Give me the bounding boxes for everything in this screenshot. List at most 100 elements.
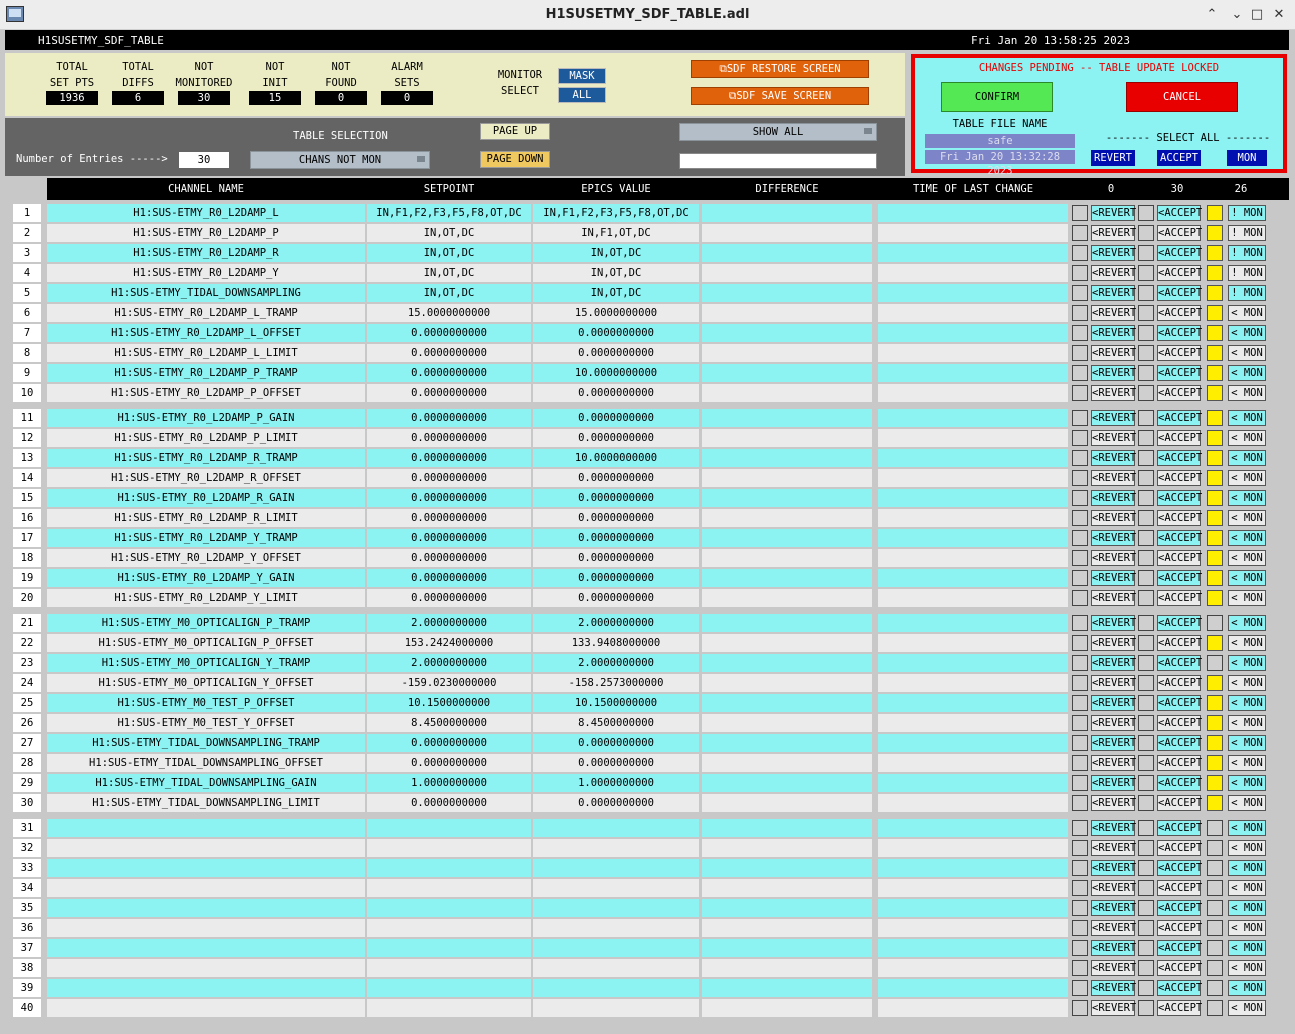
revert-checkbox[interactable]	[1072, 755, 1088, 771]
mon-button[interactable]: < MON	[1228, 305, 1266, 321]
mon-button[interactable]: < MON	[1228, 430, 1266, 446]
monitor-checkbox[interactable]	[1207, 675, 1223, 691]
sdf-save-button[interactable]: ⧉SDF SAVE SCREEN	[691, 87, 869, 105]
accept-button[interactable]: <ACCEPT	[1157, 940, 1202, 956]
monitor-checkbox[interactable]	[1207, 920, 1223, 936]
mon-button[interactable]: < MON	[1228, 510, 1266, 526]
accept-checkbox[interactable]	[1138, 510, 1154, 526]
monitor-checkbox[interactable]	[1207, 1000, 1223, 1016]
accept-button[interactable]: <ACCEPT	[1157, 345, 1202, 361]
revert-checkbox[interactable]	[1072, 820, 1088, 836]
monitor-checkbox[interactable]	[1207, 470, 1223, 486]
monitor-checkbox[interactable]	[1207, 840, 1223, 856]
accept-checkbox[interactable]	[1138, 325, 1154, 341]
revert-button[interactable]: <REVERT	[1091, 245, 1136, 261]
revert-button[interactable]: <REVERT	[1091, 325, 1136, 341]
accept-button[interactable]: <ACCEPT	[1157, 695, 1202, 711]
monitor-checkbox[interactable]	[1207, 510, 1223, 526]
mon-button[interactable]: < MON	[1228, 980, 1266, 996]
accept-button[interactable]: <ACCEPT	[1157, 900, 1202, 916]
mon-button[interactable]: < MON	[1228, 385, 1266, 401]
accept-button[interactable]: <ACCEPT	[1157, 795, 1202, 811]
revert-checkbox[interactable]	[1072, 960, 1088, 976]
revert-checkbox[interactable]	[1072, 980, 1088, 996]
revert-button[interactable]: <REVERT	[1091, 490, 1136, 506]
show-all-dropdown[interactable]: SHOW ALL	[679, 123, 877, 141]
revert-button[interactable]: <REVERT	[1091, 530, 1136, 546]
accept-checkbox[interactable]	[1138, 245, 1154, 261]
monitor-checkbox[interactable]	[1207, 960, 1223, 976]
monitor-checkbox[interactable]	[1207, 550, 1223, 566]
revert-checkbox[interactable]	[1072, 470, 1088, 486]
accept-button[interactable]: <ACCEPT	[1157, 470, 1202, 486]
revert-button[interactable]: <REVERT	[1091, 615, 1136, 631]
accept-checkbox[interactable]	[1138, 755, 1154, 771]
mon-button[interactable]: < MON	[1228, 755, 1266, 771]
mon-button[interactable]: < MON	[1228, 920, 1266, 936]
monitor-checkbox[interactable]	[1207, 900, 1223, 916]
accept-checkbox[interactable]	[1138, 940, 1154, 956]
monitor-checkbox[interactable]	[1207, 385, 1223, 401]
monitor-checkbox[interactable]	[1207, 715, 1223, 731]
accept-button[interactable]: <ACCEPT	[1157, 1000, 1202, 1016]
accept-checkbox[interactable]	[1138, 305, 1154, 321]
revert-checkbox[interactable]	[1072, 735, 1088, 751]
accept-button[interactable]: <ACCEPT	[1157, 755, 1202, 771]
accept-button[interactable]: <ACCEPT	[1157, 305, 1202, 321]
accept-button[interactable]: <ACCEPT	[1157, 205, 1202, 221]
accept-button[interactable]: <ACCEPT	[1157, 450, 1202, 466]
accept-button[interactable]: <ACCEPT	[1157, 285, 1202, 301]
accept-checkbox[interactable]	[1138, 590, 1154, 606]
monitor-checkbox[interactable]	[1207, 940, 1223, 956]
accept-button[interactable]: <ACCEPT	[1157, 550, 1202, 566]
monitor-checkbox[interactable]	[1207, 285, 1223, 301]
accept-checkbox[interactable]	[1138, 775, 1154, 791]
accept-button[interactable]: <ACCEPT	[1157, 430, 1202, 446]
accept-checkbox[interactable]	[1138, 980, 1154, 996]
revert-button[interactable]: <REVERT	[1091, 775, 1136, 791]
revert-checkbox[interactable]	[1072, 410, 1088, 426]
accept-button[interactable]: <ACCEPT	[1157, 265, 1202, 281]
revert-checkbox[interactable]	[1072, 550, 1088, 566]
accept-button[interactable]: <ACCEPT	[1157, 880, 1202, 896]
accept-checkbox[interactable]	[1138, 205, 1154, 221]
accept-button[interactable]: <ACCEPT	[1157, 490, 1202, 506]
accept-checkbox[interactable]	[1138, 820, 1154, 836]
revert-checkbox[interactable]	[1072, 365, 1088, 381]
page-down-button[interactable]: PAGE DOWN	[480, 151, 550, 168]
revert-button[interactable]: <REVERT	[1091, 820, 1136, 836]
revert-checkbox[interactable]	[1072, 285, 1088, 301]
accept-button[interactable]: <ACCEPT	[1157, 325, 1202, 341]
close-icon[interactable]: ✕	[1270, 6, 1288, 24]
select-all-mon-button[interactable]: MON	[1227, 150, 1267, 166]
accept-checkbox[interactable]	[1138, 615, 1154, 631]
revert-button[interactable]: <REVERT	[1091, 900, 1136, 916]
revert-checkbox[interactable]	[1072, 860, 1088, 876]
monitor-checkbox[interactable]	[1207, 450, 1223, 466]
revert-button[interactable]: <REVERT	[1091, 590, 1136, 606]
accept-checkbox[interactable]	[1138, 635, 1154, 651]
accept-checkbox[interactable]	[1138, 735, 1154, 751]
accept-button[interactable]: <ACCEPT	[1157, 775, 1202, 791]
revert-button[interactable]: <REVERT	[1091, 920, 1136, 936]
accept-button[interactable]: <ACCEPT	[1157, 655, 1202, 671]
mon-button[interactable]: < MON	[1228, 550, 1266, 566]
all-button[interactable]: ALL	[558, 87, 606, 103]
accept-button[interactable]: <ACCEPT	[1157, 570, 1202, 586]
accept-button[interactable]: <ACCEPT	[1157, 365, 1202, 381]
mon-button[interactable]: < MON	[1228, 365, 1266, 381]
mon-button[interactable]: < MON	[1228, 960, 1266, 976]
mon-button[interactable]: < MON	[1228, 450, 1266, 466]
accept-checkbox[interactable]	[1138, 715, 1154, 731]
mon-button[interactable]: < MON	[1228, 880, 1266, 896]
accept-checkbox[interactable]	[1138, 880, 1154, 896]
revert-checkbox[interactable]	[1072, 205, 1088, 221]
monitor-checkbox[interactable]	[1207, 795, 1223, 811]
revert-button[interactable]: <REVERT	[1091, 960, 1136, 976]
select-all-accept-button[interactable]: ACCEPT	[1157, 150, 1201, 166]
mon-button[interactable]: < MON	[1228, 655, 1266, 671]
accept-button[interactable]: <ACCEPT	[1157, 715, 1202, 731]
revert-checkbox[interactable]	[1072, 430, 1088, 446]
revert-checkbox[interactable]	[1072, 490, 1088, 506]
revert-button[interactable]: <REVERT	[1091, 470, 1136, 486]
